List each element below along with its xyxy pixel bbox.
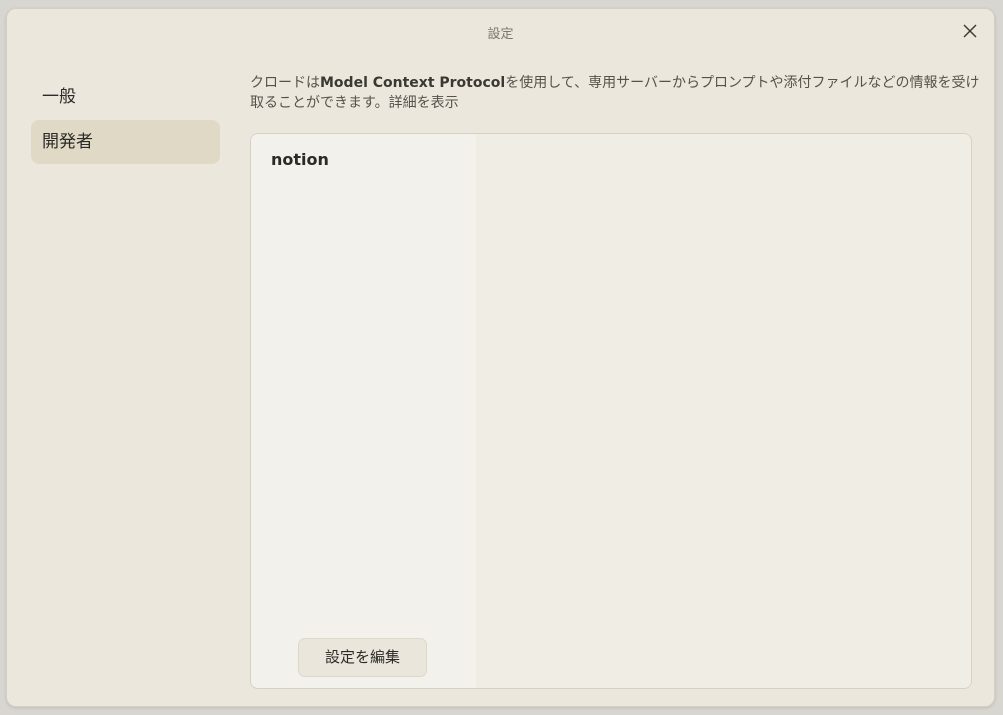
settings-window: 設定 一般 開発者 クロードはModel Context Protocolを使用… [6, 8, 995, 707]
settings-sidebar: 一般 開発者 [31, 75, 220, 165]
sidebar-item-label: 開発者 [42, 132, 93, 152]
description-text-bold: Model Context Protocol [320, 75, 506, 91]
mcp-description: クロードはModel Context Protocolを使用して、専用サーバーか… [250, 73, 980, 113]
learn-more-link[interactable]: 詳細を表示 [389, 95, 459, 111]
close-icon [963, 24, 977, 38]
server-list: notion 設定を編集 [251, 134, 476, 688]
window-title: 設定 [487, 27, 514, 42]
edit-config-button[interactable]: 設定を編集 [298, 638, 427, 677]
server-detail-area [476, 134, 971, 688]
developer-panel: notion 設定を編集 [250, 133, 972, 689]
sidebar-item-label: 一般 [42, 87, 76, 107]
sidebar-item-developer[interactable]: 開発者 [31, 120, 220, 164]
server-item-notion[interactable]: notion [271, 150, 329, 169]
sidebar-item-general[interactable]: 一般 [31, 75, 220, 119]
close-button[interactable] [960, 21, 980, 41]
description-text-pre: クロードは [250, 75, 320, 91]
